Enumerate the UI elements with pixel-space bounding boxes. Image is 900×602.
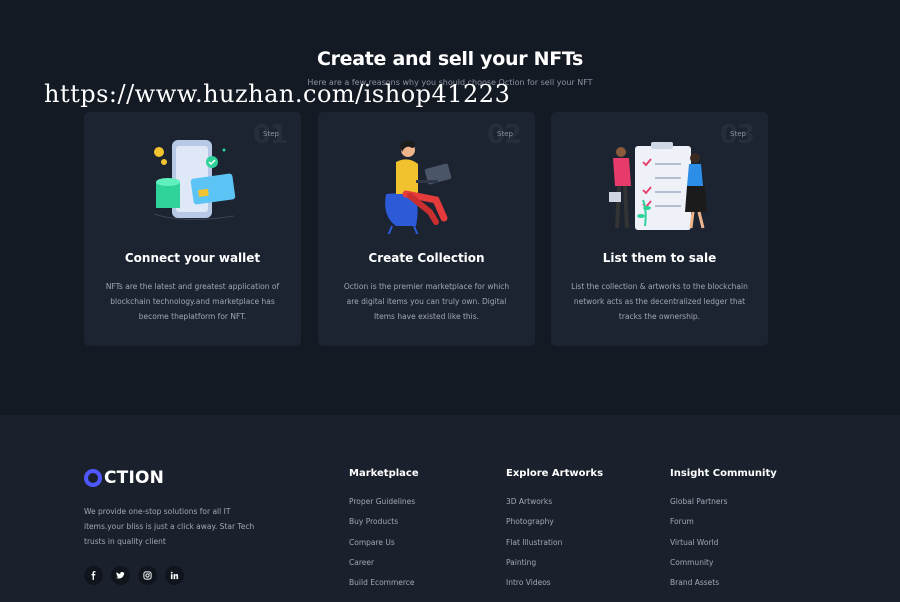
footer-link[interactable]: Intro Videos	[506, 578, 603, 598]
wallet-phone-illustration	[153, 140, 236, 221]
social-links	[84, 566, 184, 585]
footer-link[interactable]: Virtual World	[670, 538, 777, 558]
site-footer: CTION We provide one-stop solutions for …	[0, 415, 900, 602]
facebook-icon[interactable]	[84, 566, 103, 585]
footer-link[interactable]: Proper Guidelines	[349, 497, 419, 517]
column-heading: Insight Community	[670, 468, 777, 479]
footer-link[interactable]: Community	[670, 558, 777, 578]
person-laptop-illustration	[385, 140, 452, 234]
logo-ring-icon	[84, 469, 102, 487]
footer-description: We provide one-stop solutions for all IT…	[84, 507, 255, 546]
footer-column-marketplace: Marketplace Proper Guidelines Buy Produc…	[349, 468, 419, 598]
footer-link[interactable]: Global Partners	[670, 497, 777, 517]
step-title: Create Collection	[368, 251, 485, 265]
footer-link[interactable]: Photography	[506, 517, 603, 537]
step-card-list-sale[interactable]: 03 Step List them to sale List the colle…	[551, 112, 768, 346]
step-title: List them to sale	[602, 251, 717, 265]
step-description: List the collection & artworks to the bl…	[571, 282, 748, 321]
step-description: NFTs are the latest and greatest applica…	[105, 282, 280, 321]
column-heading: Explore Artworks	[506, 468, 604, 479]
logo-text: CTION	[104, 468, 165, 488]
step-description: Oction is the premier marketplace for wh…	[343, 282, 510, 321]
footer-column-explore-artworks: Explore Artworks 3D Artworks Photography…	[506, 468, 603, 598]
footer-link[interactable]: Buy Products	[349, 517, 419, 537]
footer-link[interactable]: Brand Assets	[670, 578, 777, 598]
checklist-illustration	[609, 142, 707, 230]
footer-column-insight-community: Insight Community Global Partners Forum …	[670, 468, 777, 598]
footer-link[interactable]: Build Ecommerce	[349, 578, 419, 598]
linkedin-icon[interactable]	[165, 566, 184, 585]
step-card-create-collection[interactable]: 02 Step Create Collection Oction is the …	[318, 112, 535, 346]
step-card-connect-wallet[interactable]: 01 Step Connect your wallet NFTs are the…	[84, 112, 301, 346]
twitter-icon[interactable]	[111, 566, 130, 585]
instagram-icon[interactable]	[138, 566, 157, 585]
footer-link[interactable]: Compare Us	[349, 538, 419, 558]
section-title: Create and sell your NFTs	[316, 48, 584, 70]
footer-link[interactable]: Forum	[670, 517, 777, 537]
steps-section: Create and sell your NFTs Here are a few…	[0, 0, 900, 415]
footer-link[interactable]: Painting	[506, 558, 603, 578]
column-heading: Marketplace	[349, 468, 419, 479]
step-title: Connect your wallet	[124, 251, 261, 265]
footer-link[interactable]: Flat Illustration	[506, 538, 603, 558]
brand-logo[interactable]: CTION	[84, 467, 164, 489]
footer-link[interactable]: 3D Artworks	[506, 497, 603, 517]
watermark-text: https://www.huzhan.com/ishop41223	[44, 80, 511, 108]
footer-link[interactable]: Career	[349, 558, 419, 578]
